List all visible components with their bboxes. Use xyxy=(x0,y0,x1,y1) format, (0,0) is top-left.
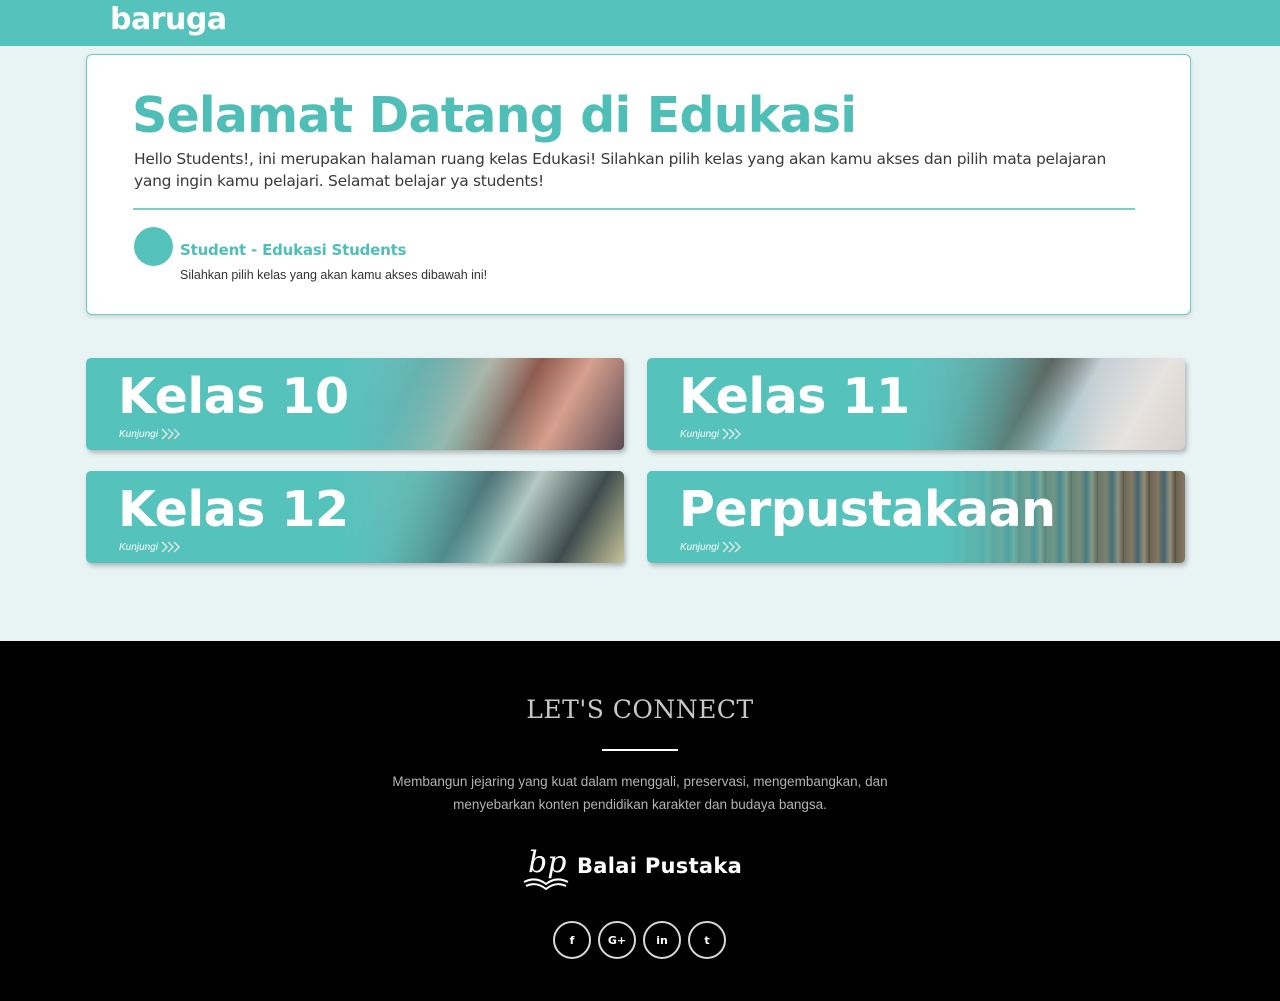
card-title: Kelas 10 xyxy=(118,368,349,425)
svg-text:bp: bp xyxy=(528,845,566,880)
visit-label: Kunjungi xyxy=(119,541,158,553)
card-photo-students xyxy=(902,358,1185,450)
chevrons-right-icon xyxy=(161,541,180,553)
page-title: Selamat Datang di Edukasi xyxy=(132,87,857,144)
card-photo-classroom xyxy=(341,471,624,563)
student-subtitle: Silahkan pilih kelas yang akan kamu akse… xyxy=(180,268,488,282)
balai-pustaka-emblem-icon: bp xyxy=(523,845,569,891)
brand-name: Balai Pustaka xyxy=(577,854,743,878)
social-links: f G+ in t xyxy=(553,921,726,959)
card-kelas-10[interactable]: Kelas 10 Kunjungi xyxy=(86,358,624,450)
card-title: Perpustakaan xyxy=(679,481,1056,538)
card-kelas-11[interactable]: Kelas 11 Kunjungi xyxy=(647,358,1185,450)
card-title: Kelas 12 xyxy=(118,481,349,538)
top-nav-bar: baruga xyxy=(0,0,1280,46)
linkedin-icon[interactable]: in xyxy=(643,921,681,959)
balai-pustaka-logo[interactable]: bp Balai Pustaka xyxy=(520,838,760,894)
footer: LET'S CONNECT Membangun jejaring yang ku… xyxy=(0,641,1280,1001)
student-name: Student - Edukasi Students xyxy=(180,241,407,259)
baruga-logo[interactable]: baruga xyxy=(110,2,227,37)
welcome-intro-text: Hello Students!, ini merupakan halaman r… xyxy=(134,150,1106,190)
footer-divider xyxy=(602,749,678,751)
welcome-panel: Selamat Datang di Edukasi Hello Students… xyxy=(86,54,1191,315)
visit-label: Kunjungi xyxy=(680,541,719,553)
footer-heading: LET'S CONNECT xyxy=(526,695,754,724)
visit-label: Kunjungi xyxy=(680,428,719,440)
card-kelas-12[interactable]: Kelas 12 Kunjungi xyxy=(86,471,624,563)
card-title: Kelas 11 xyxy=(679,368,910,425)
visit-link[interactable]: Kunjungi xyxy=(680,541,742,553)
visit-link[interactable]: Kunjungi xyxy=(119,541,181,553)
chevrons-right-icon xyxy=(161,428,180,440)
visit-label: Kunjungi xyxy=(119,428,158,440)
card-perpustakaan[interactable]: Perpustakaan Kunjungi xyxy=(647,471,1185,563)
card-photo-students xyxy=(341,358,624,450)
google-plus-icon[interactable]: G+ xyxy=(598,921,636,959)
chevrons-right-icon xyxy=(722,541,741,553)
chevrons-right-icon xyxy=(722,428,741,440)
divider xyxy=(133,208,1135,210)
avatar xyxy=(134,227,173,266)
visit-link[interactable]: Kunjungi xyxy=(680,428,742,440)
visit-link[interactable]: Kunjungi xyxy=(119,428,181,440)
twitter-icon[interactable]: t xyxy=(688,921,726,959)
facebook-icon[interactable]: f xyxy=(553,921,591,959)
footer-tagline: Membangun jejaring yang kuat dalam mengg… xyxy=(392,774,888,812)
